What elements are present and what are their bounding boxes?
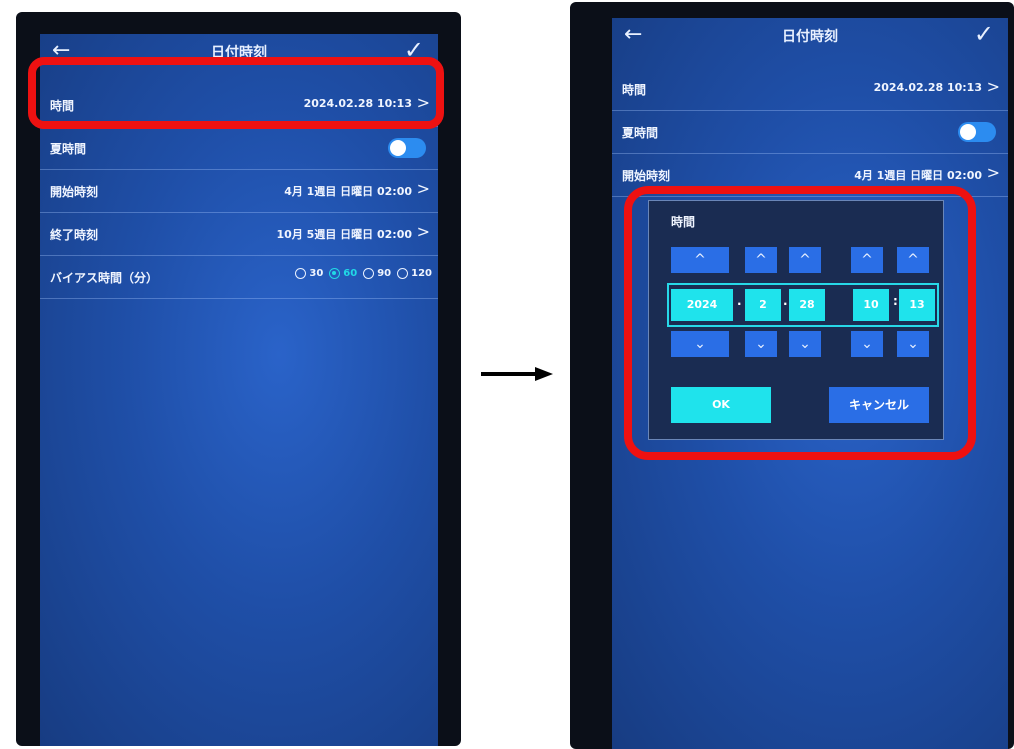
radio-circle-icon (397, 268, 409, 279)
dst-row: 夏時間 (40, 127, 438, 170)
start-time-value: 4月 1週目 日曜日 02:00 (854, 169, 982, 182)
radio-selected-icon (329, 268, 341, 279)
bias-option-30[interactable]: 30 (295, 268, 323, 279)
time-value: 2024.02.28 10:13 (873, 81, 982, 94)
radio-circle-icon (295, 268, 307, 279)
bias-time-label: バイアス時間（分） (50, 271, 159, 285)
end-time-row[interactable]: 終了時刻 10月 5週目 日曜日 02:00 > (40, 213, 438, 256)
transition-arrow-icon (481, 367, 553, 381)
chevron-right-icon: > (416, 179, 430, 198)
chevron-right-icon: > (986, 77, 1000, 96)
bias-option-90[interactable]: 90 (363, 268, 391, 279)
start-time-row[interactable]: 開始時刻 4月 1週目 日曜日 02:00 > (40, 170, 438, 213)
start-time-value: 4月 1週目 日曜日 02:00 (284, 185, 412, 198)
start-time-label: 開始時刻 (622, 169, 671, 183)
start-time-label: 開始時刻 (50, 185, 99, 199)
bias-radio-group: 30 60 90 120 (295, 268, 432, 279)
toggle-knob (960, 124, 976, 140)
page-title: 日付時刻 (782, 29, 838, 45)
time-row[interactable]: 時間 2024.02.28 10:13 > (612, 68, 1008, 111)
bias-time-row: バイアス時間（分） 30 60 90 120 (40, 256, 438, 299)
bias-option-60[interactable]: 60 (329, 268, 357, 279)
dst-row: 夏時間 (612, 111, 1008, 154)
dst-label: 夏時間 (50, 142, 87, 156)
confirm-check-icon[interactable]: ✓ (974, 20, 994, 48)
chevron-right-icon: > (986, 163, 1000, 182)
toggle-knob (390, 140, 406, 156)
header: ← 日付時刻 ✓ (612, 18, 1008, 56)
bias-option-120[interactable]: 120 (397, 268, 432, 279)
end-time-value: 10月 5週目 日曜日 02:00 (276, 228, 412, 241)
dst-toggle[interactable] (958, 122, 996, 142)
time-label: 時間 (622, 83, 647, 97)
radio-circle-icon (363, 268, 375, 279)
left-screen: ← 日付時刻 ✓ 時間 2024.02.28 10:13 > 夏時間 開始時刻 … (40, 34, 438, 746)
highlight-box-time-row (28, 57, 444, 129)
end-time-label: 終了時刻 (50, 228, 99, 242)
highlight-box-dialog (624, 186, 976, 460)
chevron-right-icon: > (416, 222, 430, 241)
dst-toggle[interactable] (388, 138, 426, 158)
dst-label: 夏時間 (622, 126, 659, 140)
